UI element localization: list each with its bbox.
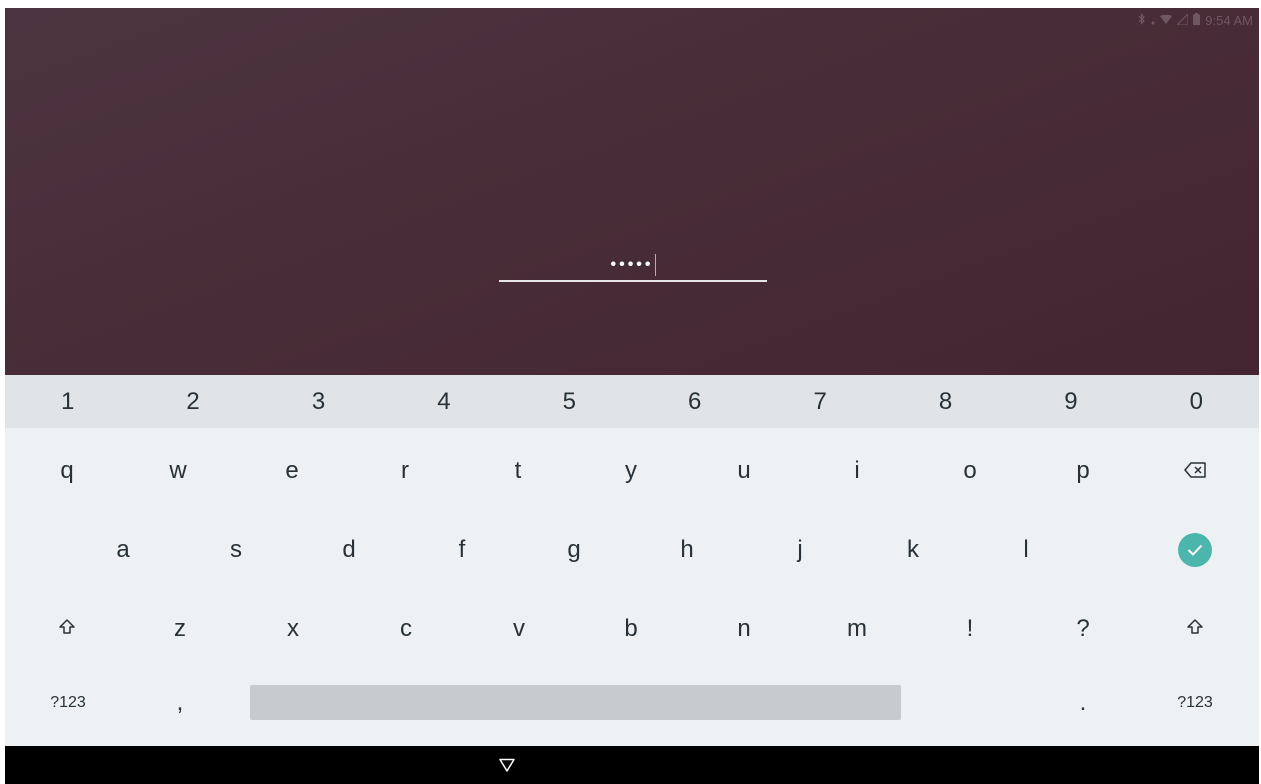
key-y[interactable]: y — [601, 438, 661, 504]
key-1[interactable]: 1 — [5, 375, 130, 428]
key-b[interactable]: b — [601, 596, 661, 662]
key-backspace[interactable] — [1165, 438, 1225, 504]
key-u[interactable]: u — [714, 438, 774, 504]
password-field[interactable]: ••••• — [499, 248, 767, 282]
checkmark-icon — [1178, 533, 1212, 567]
key-symbols-right[interactable]: ?123 — [1160, 670, 1230, 736]
signal-icon — [1176, 12, 1189, 28]
key-space[interactable] — [250, 685, 901, 720]
key-f[interactable]: f — [432, 517, 492, 583]
onscreen-keyboard: 1 2 3 4 5 6 7 8 9 0 q w e r t y u i o p — [5, 375, 1259, 746]
key-a[interactable]: a — [93, 517, 153, 583]
backspace-icon — [1184, 457, 1206, 485]
status-time: 9:54 AM — [1205, 12, 1253, 28]
key-6[interactable]: 6 — [632, 375, 757, 428]
key-j[interactable]: j — [770, 517, 830, 583]
key-0[interactable]: 0 — [1134, 375, 1259, 428]
password-masked-text: ••••• — [610, 256, 654, 274]
key-row-2: a s d f g h j k l — [5, 517, 1259, 593]
key-3[interactable]: 3 — [256, 375, 381, 428]
wifi-icon — [1160, 13, 1173, 28]
back-button[interactable] — [498, 758, 516, 774]
number-row: 1 2 3 4 5 6 7 8 9 0 — [5, 375, 1259, 428]
key-4[interactable]: 4 — [381, 375, 506, 428]
key-2[interactable]: 2 — [130, 375, 255, 428]
key-i[interactable]: i — [827, 438, 887, 504]
key-7[interactable]: 7 — [757, 375, 882, 428]
shift-icon — [58, 615, 76, 643]
status-bar: 9:54 AM — [1138, 12, 1253, 28]
key-g[interactable]: g — [544, 517, 604, 583]
key-k[interactable]: k — [883, 517, 943, 583]
text-cursor — [654, 254, 656, 276]
key-p[interactable]: p — [1053, 438, 1113, 504]
dot-separator-icon — [1151, 13, 1155, 28]
key-r[interactable]: r — [375, 438, 435, 504]
key-v[interactable]: v — [489, 596, 549, 662]
shift-icon — [1186, 615, 1204, 643]
key-n[interactable]: n — [714, 596, 774, 662]
back-triangle-icon — [498, 758, 516, 776]
key-w[interactable]: w — [148, 438, 208, 504]
key-c[interactable]: c — [376, 596, 436, 662]
key-shift-left[interactable] — [37, 596, 97, 662]
lock-screen: 9:54 AM ••••• 1 2 3 4 5 6 7 8 9 0 q w e … — [5, 8, 1259, 784]
key-s[interactable]: s — [206, 517, 266, 583]
password-underline — [499, 280, 767, 282]
wallpaper: 9:54 AM ••••• — [5, 8, 1259, 375]
key-t[interactable]: t — [488, 438, 548, 504]
key-row-3: z x c v b n m ! ? — [5, 596, 1259, 672]
navigation-bar — [5, 746, 1259, 784]
key-comma[interactable]: , — [150, 670, 210, 736]
key-x[interactable]: x — [263, 596, 323, 662]
key-q[interactable]: q — [37, 438, 97, 504]
key-exclamation[interactable]: ! — [940, 596, 1000, 662]
battery-icon — [1193, 12, 1201, 28]
key-shift-right[interactable] — [1165, 596, 1225, 662]
key-m[interactable]: m — [827, 596, 887, 662]
key-h[interactable]: h — [657, 517, 717, 583]
key-d[interactable]: d — [319, 517, 379, 583]
key-period[interactable]: . — [1053, 670, 1113, 736]
key-5[interactable]: 5 — [507, 375, 632, 428]
key-o[interactable]: o — [940, 438, 1000, 504]
key-l[interactable]: l — [996, 517, 1056, 583]
key-question[interactable]: ? — [1053, 596, 1113, 662]
key-8[interactable]: 8 — [883, 375, 1008, 428]
key-e[interactable]: e — [262, 438, 322, 504]
bluetooth-icon — [1138, 12, 1146, 28]
key-z[interactable]: z — [150, 596, 210, 662]
key-row-1: q w e r t y u i o p — [5, 438, 1259, 514]
key-symbols-left[interactable]: ?123 — [33, 670, 103, 736]
done-key[interactable] — [1165, 517, 1225, 583]
key-9[interactable]: 9 — [1008, 375, 1133, 428]
